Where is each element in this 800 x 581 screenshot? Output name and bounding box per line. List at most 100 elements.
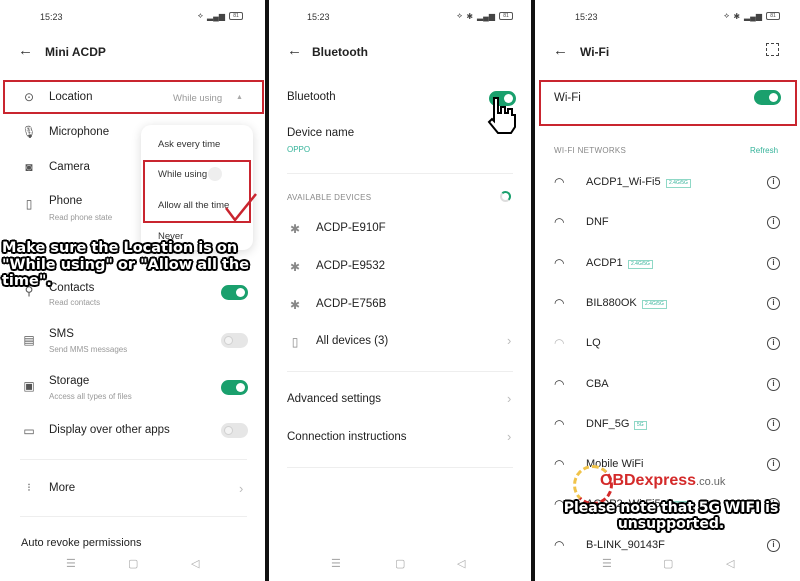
- display-over-toggle[interactable]: [221, 423, 248, 438]
- info-icon[interactable]: i: [767, 458, 780, 472]
- menu-nav-icon[interactable]: ☰: [331, 557, 341, 570]
- wifi-signal-icon: ◠: [554, 175, 565, 189]
- permission-sms[interactable]: ▤ SMS Send MMS messages: [0, 327, 265, 359]
- back-nav-icon[interactable]: ◁: [191, 557, 199, 570]
- info-icon[interactable]: i: [767, 337, 780, 351]
- section-header: WI-FI NETWORKS: [554, 146, 627, 155]
- status-time: 15:23: [40, 12, 63, 22]
- signal-icon: ▂▄▆: [744, 11, 762, 21]
- network-name: BIL880OK: [586, 296, 637, 309]
- info-icon[interactable]: i: [767, 538, 780, 552]
- permission-label: Camera: [49, 161, 90, 173]
- scan-qr-icon[interactable]: [766, 43, 779, 56]
- header: ← Mini ACDP: [0, 42, 265, 64]
- home-nav-icon[interactable]: ▢: [663, 557, 673, 570]
- info-icon[interactable]: i: [767, 377, 780, 391]
- auto-revoke-row[interactable]: Auto revoke permissions: [0, 537, 265, 553]
- device-row[interactable]: ✱ ACDP-E910F: [269, 220, 531, 240]
- permission-storage[interactable]: ▣ Storage Access all types of files: [0, 374, 265, 406]
- chevron-right-icon: ›: [507, 333, 512, 348]
- back-arrow-icon[interactable]: ←: [287, 42, 302, 59]
- device-name-row[interactable]: Device name OPPO: [269, 126, 531, 158]
- bluetooth-screen: 15:23 ⟡ ✱ ▂▄▆ 81 ← Bluetooth Bluetooth D…: [269, 0, 531, 581]
- divider: [287, 173, 513, 174]
- bluetooth-icon: ✱: [289, 298, 301, 312]
- advanced-settings-label: Advanced settings: [287, 393, 381, 405]
- permission-label: SMS: [49, 328, 74, 340]
- device-row[interactable]: ✱ ACDP-E756B: [269, 296, 531, 316]
- all-devices-row[interactable]: ▯ All devices (3) ›: [269, 333, 531, 353]
- refresh-button[interactable]: Refresh: [750, 146, 778, 155]
- bluetooth-label: Bluetooth: [287, 91, 336, 103]
- more-row[interactable]: ⁝ More ›: [0, 479, 265, 501]
- wifi-screen: 15:23 ⟡ ✱ ▂▄▆ 81 ← Wi-Fi Wi-Fi WI-FI NET…: [535, 0, 800, 581]
- chevron-right-icon: ›: [507, 391, 512, 406]
- sms-toggle[interactable]: [221, 333, 248, 348]
- wifi-network-row[interactable]: ◠ B-LINK_90143F i: [535, 536, 800, 558]
- connection-instructions-label: Connection instructions: [287, 431, 407, 443]
- wifi-network-row[interactable]: ◠ ACDP1_Wi-Fi5 2.4G/5G i: [535, 173, 800, 195]
- back-nav-icon[interactable]: ◁: [457, 557, 465, 570]
- status-bar: 15:23 ⟡ ✱ ▂▄▆ 81: [269, 11, 531, 25]
- bluetooth-status-icon: ✱: [733, 11, 741, 21]
- loading-spinner-icon: [500, 191, 511, 202]
- page-title: Bluetooth: [312, 45, 368, 59]
- device-name: ACDP-E910F: [316, 222, 386, 234]
- permission-label: Microphone: [49, 126, 110, 138]
- wifi-network-row[interactable]: ◠ ACDP1 2.4G/5G i: [535, 254, 800, 276]
- wifi-network-row[interactable]: ◠ LQ i: [535, 334, 800, 356]
- wifi-signal-icon: ◠: [554, 416, 565, 431]
- network-name: CBA: [586, 377, 609, 390]
- connection-instructions-row[interactable]: Connection instructions ›: [269, 429, 531, 449]
- hotspot-icon: ⟡: [197, 11, 204, 20]
- all-devices-label: All devices (3): [316, 335, 389, 347]
- device-row[interactable]: ✱ ACDP-E9532: [269, 258, 531, 278]
- permission-desc: Read phone state: [49, 213, 113, 222]
- menu-nav-icon[interactable]: ☰: [66, 557, 76, 570]
- network-name: DNF_5G: [586, 417, 630, 430]
- back-arrow-icon[interactable]: ←: [553, 42, 568, 59]
- network-name: LQ: [586, 337, 601, 350]
- section-header: AVAILABLE DEVICES: [287, 193, 372, 202]
- band-tag: 5G: [634, 420, 647, 430]
- band-tag: 2.4G/5G: [642, 299, 667, 309]
- storage-toggle[interactable]: [221, 380, 248, 395]
- wifi-network-row[interactable]: ◠ BIL880OK 2.4G/5G i: [535, 294, 800, 316]
- info-icon[interactable]: i: [767, 256, 780, 270]
- auto-revoke-label: Auto revoke permissions: [21, 537, 142, 549]
- more-icon: ⁝: [27, 482, 31, 494]
- back-nav-icon[interactable]: ◁: [726, 557, 734, 570]
- watermark-brand: OBDexpress.co.uk: [600, 472, 726, 489]
- status-bar: 15:23 ⟡ ✱ ▂▄▆ 81: [535, 11, 800, 25]
- permission-desc: Send MMS messages: [49, 345, 128, 354]
- warning-caption: Please note that 5G WIFI is unsupported.: [563, 500, 779, 533]
- instruction-caption: Make sure the Location is on "While usin…: [2, 240, 250, 290]
- band-tag: 2.4G/5G: [666, 179, 691, 188]
- home-nav-icon[interactable]: ▢: [128, 557, 138, 570]
- display-over-icon: ▭: [23, 424, 35, 438]
- back-arrow-icon[interactable]: ←: [18, 42, 33, 59]
- advanced-settings-row[interactable]: Advanced settings ›: [269, 391, 531, 411]
- info-icon[interactable]: i: [767, 417, 780, 431]
- wifi-network-row[interactable]: ◠ DNF i: [535, 213, 800, 235]
- menu-nav-icon[interactable]: ☰: [602, 557, 612, 570]
- page-title: Wi-Fi: [580, 45, 610, 59]
- battery-icon: 81: [766, 12, 780, 20]
- info-icon[interactable]: i: [767, 216, 780, 230]
- option-ask-every-time[interactable]: Ask every time: [158, 139, 220, 150]
- sms-icon: ▤: [23, 333, 35, 347]
- permission-label: Display over other apps: [49, 424, 170, 436]
- page-title: Mini ACDP: [45, 45, 106, 59]
- battery-icon: 81: [229, 12, 243, 20]
- home-nav-icon[interactable]: ▢: [395, 557, 405, 570]
- nav-bar: ☰ ▢ ◁: [0, 557, 265, 573]
- wifi-network-row[interactable]: ◠ CBA i: [535, 375, 800, 397]
- info-icon[interactable]: i: [767, 176, 780, 189]
- permission-display-over[interactable]: ▭ Display over other apps: [0, 421, 265, 443]
- permissions-screen: 15:23 ⟡ ▂▄▆ 81 ← Mini ACDP ⊙ Location Wh…: [0, 0, 265, 581]
- wifi-network-row[interactable]: ◠ DNF_5G 5G i: [535, 415, 800, 437]
- info-icon[interactable]: i: [767, 296, 780, 310]
- signal-icon: ▂▄▆: [477, 11, 495, 21]
- network-name: ACDP1_Wi-Fi5: [586, 176, 661, 188]
- nav-bar: ☰ ▢ ◁: [269, 557, 531, 573]
